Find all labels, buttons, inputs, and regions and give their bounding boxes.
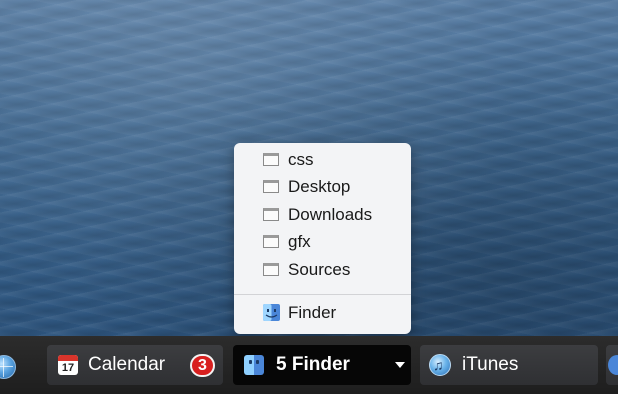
task-itunes[interactable]: iTunes bbox=[420, 345, 598, 385]
window-list-popup: css Desktop Downloads gfx Sources Finder bbox=[234, 143, 411, 334]
finder-icon bbox=[244, 355, 264, 375]
task-label: 5 Finder bbox=[276, 354, 350, 375]
calendar-day: 17 bbox=[61, 362, 75, 374]
app-item-label: Finder bbox=[288, 303, 337, 322]
task-calendar[interactable]: 17 Calendar 3 bbox=[47, 345, 223, 385]
window-item-label: Desktop bbox=[288, 177, 351, 196]
task-label: iTunes bbox=[462, 354, 519, 375]
task-partial[interactable] bbox=[606, 345, 618, 385]
window-item-label: css bbox=[288, 150, 314, 169]
window-item-label: gfx bbox=[288, 232, 311, 251]
window-item-css[interactable]: css bbox=[234, 147, 411, 173]
window-item-sources[interactable]: Sources bbox=[234, 257, 411, 283]
app-item-finder[interactable]: Finder bbox=[234, 300, 411, 326]
task-label: Calendar bbox=[88, 354, 166, 375]
notification-badge: 3 bbox=[190, 354, 215, 377]
calendar-icon: 17 bbox=[58, 355, 78, 375]
finder-icon bbox=[263, 304, 280, 321]
window-icon bbox=[263, 180, 279, 193]
menu-separator bbox=[234, 294, 411, 295]
globe-icon[interactable] bbox=[0, 355, 16, 379]
window-item-label: Downloads bbox=[288, 205, 373, 224]
window-icon bbox=[263, 153, 279, 166]
window-icon bbox=[263, 208, 279, 221]
window-item-label: Sources bbox=[288, 260, 351, 279]
itunes-icon bbox=[429, 354, 451, 376]
window-item-gfx[interactable]: gfx bbox=[234, 229, 411, 255]
taskbar: 17 Calendar 3 5 Finder iTunes bbox=[0, 336, 618, 394]
window-icon bbox=[263, 263, 279, 276]
chevron-down-icon[interactable] bbox=[395, 362, 405, 368]
window-item-desktop[interactable]: Desktop bbox=[234, 174, 411, 200]
task-finder[interactable]: 5 Finder bbox=[233, 345, 411, 385]
window-icon bbox=[263, 235, 279, 248]
window-item-downloads[interactable]: Downloads bbox=[234, 202, 411, 228]
